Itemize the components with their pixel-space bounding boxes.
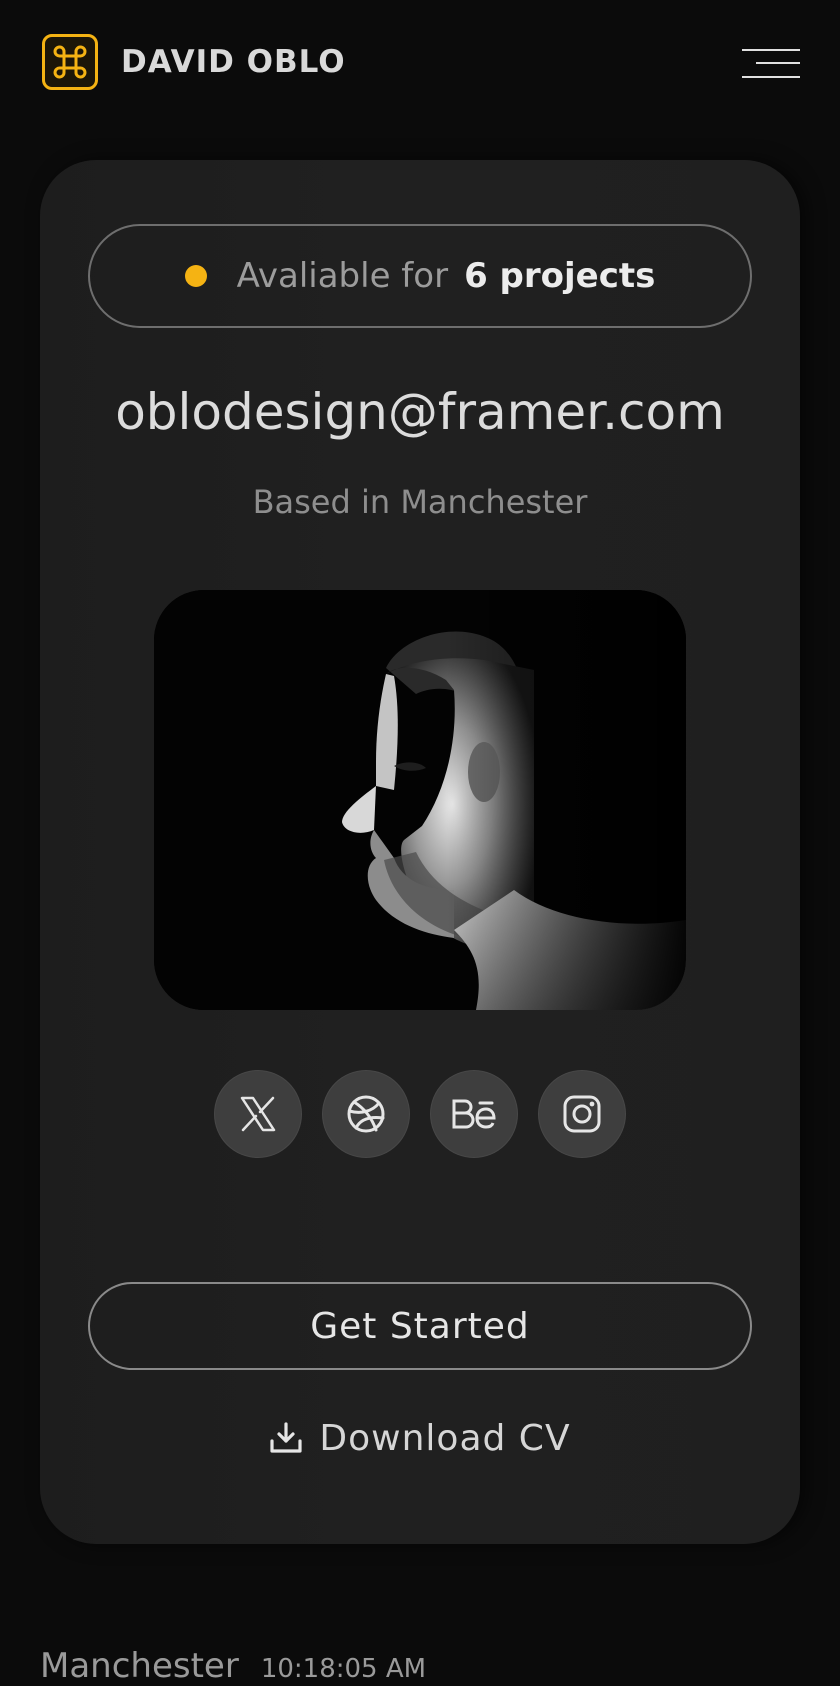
dribbble-icon bbox=[347, 1095, 385, 1133]
profile-card: Avaliable for 6 projects oblodesign@fram… bbox=[40, 160, 800, 1544]
menu-button[interactable] bbox=[738, 46, 802, 82]
x-icon bbox=[240, 1096, 276, 1132]
availability-badge: Avaliable for 6 projects bbox=[88, 224, 752, 328]
command-icon bbox=[53, 45, 87, 79]
site-header: DAVID OBLO bbox=[0, 0, 840, 130]
social-behance-button[interactable] bbox=[430, 1070, 518, 1158]
availability-prefix: Avaliable for bbox=[236, 256, 449, 296]
logo[interactable] bbox=[42, 34, 98, 90]
availability-count: 6 projects bbox=[464, 256, 656, 296]
download-icon bbox=[270, 1422, 303, 1453]
brand-name[interactable]: DAVID OBLO bbox=[121, 42, 346, 82]
behance-icon bbox=[452, 1099, 496, 1129]
status-dot bbox=[184, 265, 207, 287]
footer-location-time: Manchester 10:18:05 AM bbox=[40, 1646, 426, 1686]
get-started-button[interactable]: Get Started bbox=[88, 1282, 752, 1370]
location-text: Based in Manchester bbox=[252, 483, 588, 521]
social-x-button[interactable] bbox=[214, 1070, 302, 1158]
footer-city: Manchester bbox=[40, 1646, 239, 1686]
download-cv-link[interactable]: Download CV bbox=[40, 1410, 800, 1466]
profile-photo bbox=[154, 590, 686, 1010]
social-dribbble-button[interactable] bbox=[322, 1070, 410, 1158]
social-instagram-button[interactable] bbox=[538, 1070, 626, 1158]
email-address[interactable]: oblodesign@framer.com bbox=[40, 382, 800, 442]
social-links bbox=[40, 1070, 800, 1158]
download-cv-label: Download CV bbox=[319, 1417, 571, 1459]
instagram-icon bbox=[563, 1095, 601, 1133]
